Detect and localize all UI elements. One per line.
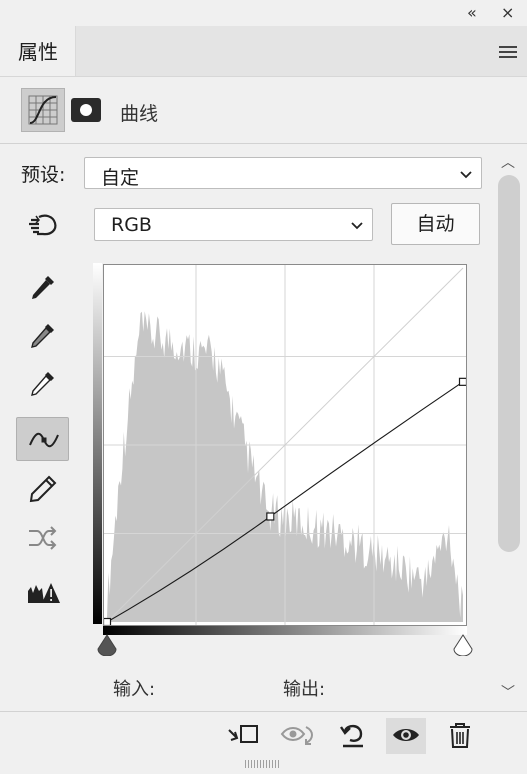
gray-point-eyedropper[interactable] [16, 314, 69, 358]
scrollbar-thumb[interactable] [498, 175, 520, 552]
panel-title-bar: « × [0, 0, 527, 26]
panel-menu-icon[interactable] [499, 46, 517, 61]
preset-label: 预设: [21, 164, 66, 186]
tab-bar: 属性 [0, 26, 527, 77]
black-point-slider-icon[interactable] [96, 634, 118, 656]
channel-value: RGB [111, 214, 152, 236]
resize-grip[interactable] [245, 760, 281, 768]
smooth-arrows-icon [29, 526, 57, 550]
hand-target-icon [29, 214, 57, 236]
curve-wave-icon [29, 432, 59, 448]
clipping-warning-tool[interactable] [16, 570, 69, 614]
reset-button[interactable] [333, 718, 373, 754]
input-label: 输入: [113, 679, 156, 700]
curve-plot[interactable] [102, 265, 468, 627]
black-point-eyedropper[interactable] [16, 266, 69, 310]
visibility-toggle-button[interactable] [386, 718, 426, 754]
reset-icon [340, 724, 363, 748]
eyedropper-white-icon [31, 372, 54, 396]
close-panel-icon[interactable]: × [501, 2, 514, 24]
auto-button[interactable]: 自动 [391, 203, 480, 245]
collapse-panel-icon[interactable]: « [467, 2, 477, 24]
input-gradient-bar [103, 626, 467, 635]
curve-point-tool[interactable] [16, 417, 69, 461]
output-label: 输出: [283, 679, 326, 700]
panel-title: 曲线 [120, 103, 159, 125]
clip-to-layer-icon [228, 725, 258, 743]
eyedropper-black-icon [32, 276, 54, 299]
preset-dropdown[interactable]: 自定 [84, 157, 482, 189]
curve-canvas[interactable] [102, 264, 468, 627]
white-point-slider-icon[interactable] [452, 634, 474, 656]
chevron-down-icon [460, 171, 472, 179]
divider [0, 143, 527, 144]
curves-adjustment-icon[interactable] [21, 88, 65, 132]
scroll-down-icon[interactable]: ﹀ [501, 682, 515, 702]
visibility-eye-icon [393, 729, 419, 741]
curve-control-point[interactable] [458, 377, 468, 386]
curves-graph[interactable] [93, 263, 468, 635]
curve-control-point[interactable] [266, 512, 275, 521]
scroll-up-icon[interactable]: ︿ [501, 152, 515, 172]
tab-properties-label: 属性 [18, 40, 58, 64]
delete-trash-icon [450, 723, 470, 748]
histogram-warning-icon [28, 583, 60, 603]
output-gradient-bar [93, 263, 102, 624]
smooth-curve-tool[interactable] [16, 516, 69, 560]
properties-panel: « × 属性 曲线 预设: 自定 RGB 自动 输入: 输出: ︿ ﹀ [0, 0, 527, 774]
curve-control-point[interactable] [102, 617, 112, 627]
delete-button[interactable] [440, 718, 480, 754]
white-point-eyedropper[interactable] [16, 362, 69, 406]
tab-properties[interactable]: 属性 [0, 26, 76, 76]
pencil-draw-tool[interactable] [16, 467, 69, 511]
view-previous-state-button[interactable] [278, 718, 318, 754]
on-image-adjust-tool[interactable] [16, 204, 69, 248]
clip-to-layer-button[interactable] [224, 718, 264, 754]
chevron-down-icon [351, 222, 363, 230]
preset-value: 自定 [101, 167, 140, 189]
view-previous-state-icon [280, 726, 313, 745]
pencil-icon [29, 475, 57, 503]
panel-footer [0, 711, 527, 759]
eyedropper-gray-icon [31, 324, 54, 348]
channel-dropdown[interactable]: RGB [94, 208, 373, 241]
layer-mask-icon[interactable] [71, 98, 101, 122]
